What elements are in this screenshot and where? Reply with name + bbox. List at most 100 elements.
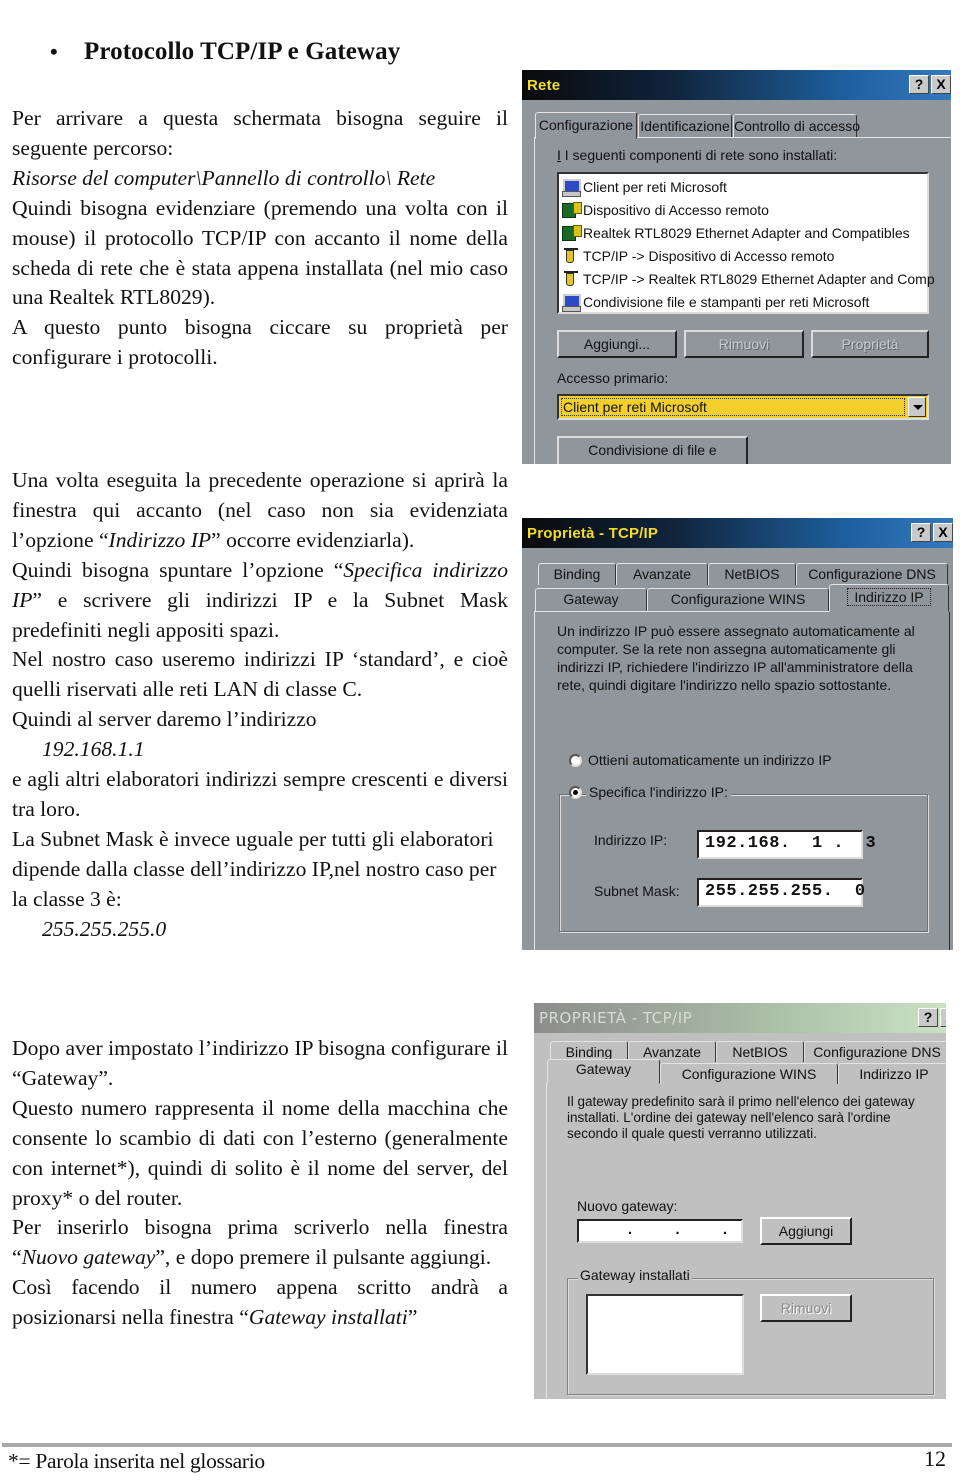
standard-ip-paragraph: Nel nostro caso useremo indirizzi IP ‘st… xyxy=(12,647,508,702)
emphasis-text: Nuovo gateway xyxy=(21,1245,156,1270)
subnet-mask-value: 255.255.255.0 xyxy=(42,916,167,941)
dialog-titlebar[interactable]: PROPRIETÀ - TCP/IP ? X xyxy=(534,1003,946,1033)
tab-configurazione-dns[interactable]: Configurazione DNS xyxy=(796,563,948,585)
dialog-title: Proprietà - TCP/IP xyxy=(527,524,659,542)
installed-gateway-paragraph: Così facendo il numero appena scritto an… xyxy=(12,1273,508,1333)
glossary-note: *= Parola inserita nel glossario xyxy=(8,1449,265,1473)
chevron-down-icon[interactable] xyxy=(908,397,926,417)
tab-avanzate[interactable]: Avanzate xyxy=(616,563,708,585)
file-sharing-button[interactable]: Condivisione di file e stampanti... xyxy=(557,436,748,464)
select-protocol-paragraph: Quindi bisogna evidenziare (premendo una… xyxy=(12,195,508,310)
open-window-paragraph: Una volta eseguita la precedente operazi… xyxy=(12,466,508,556)
components-label: I I seguenti componenti di rete sono ins… xyxy=(557,147,838,163)
auto-ip-label-text: Ottieni automaticamente un indirizzo IP xyxy=(588,752,832,768)
tab-identificazione[interactable]: Identificazione xyxy=(638,114,732,137)
component-label: TCP/IP -> Realtek RTL8029 Ethernet Adapt… xyxy=(583,270,935,287)
text-run: ”, e dopo premere il pulsante aggiungi. xyxy=(155,1245,492,1270)
heading-title: Protocollo TCP/IP e Gateway xyxy=(84,38,401,65)
configure-gateway-paragraph: Dopo aver impostato l’indirizzo IP bisog… xyxy=(12,1036,508,1090)
subnet-mask-label: Subnet Mask: xyxy=(594,883,680,899)
component-list-item[interactable]: TCP/IP -> Dispositivo di Accesso remoto xyxy=(561,244,927,267)
footer-divider xyxy=(2,1443,952,1447)
specify-ip-radio[interactable] xyxy=(569,786,582,799)
tab-indirizzo-ip[interactable]: Indirizzo IP xyxy=(829,584,949,612)
tab-indirizzo-ip[interactable]: Indirizzo IP xyxy=(838,1063,946,1084)
component-list-item[interactable]: Condivisione file e stampanti per reti M… xyxy=(561,290,927,313)
navigation-path-text: Risorse del computer\Pannello di control… xyxy=(12,165,436,190)
add-gateway-button[interactable]: Aggiungi xyxy=(760,1217,852,1245)
specify-ip-label[interactable]: Specifica l'indirizzo IP: xyxy=(586,784,731,800)
network-dialog: Rete ? X Configurazione Identificazione … xyxy=(522,70,951,464)
server-address-paragraph: Quindi al server daremo l’indirizzo xyxy=(12,707,317,732)
help-button[interactable]: ? xyxy=(911,523,931,542)
tab-configurazione[interactable]: Configurazione xyxy=(535,112,637,139)
primary-access-label: Accesso primario: xyxy=(557,370,669,386)
intro-section: Per arrivare a questa schermata bisogna … xyxy=(12,104,508,373)
component-list-item[interactable]: TCP/IP -> Realtek RTL8029 Ethernet Adapt… xyxy=(561,267,935,290)
gateway-section: Dopo aver impostato l’indirizzo IP bisog… xyxy=(12,1034,508,1333)
tab-indirizzo-ip-label: Indirizzo IP xyxy=(847,588,931,606)
components-list[interactable]: Client per reti Microsoft Dispositivo di … xyxy=(557,172,935,314)
intro-paragraph: Per arrivare a questa schermata bisogna … xyxy=(12,106,508,160)
component-label: Client per reti Microsoft xyxy=(583,178,727,195)
gateway-properties-dialog: PROPRIETÀ - TCP/IP ? X Binding Avanzate … xyxy=(534,1003,946,1399)
remove-gateway-button[interactable]: Rimuovi xyxy=(760,1294,852,1322)
ip-address-input[interactable]: 192.168. 1 . 3 xyxy=(697,830,876,859)
dialog-titlebar[interactable]: Rete ? X xyxy=(522,70,951,100)
specify-ip-group xyxy=(559,794,928,932)
auto-ip-label[interactable]: Ottieni automaticamente un indirizzo IP xyxy=(588,752,832,768)
primary-access-value: Client per reti Microsoft xyxy=(561,398,905,416)
component-list-item[interactable]: Client per reti Microsoft xyxy=(561,175,927,198)
close-button[interactable]: X xyxy=(933,523,953,542)
emphasis-text: Indirizzo IP xyxy=(108,527,212,552)
other-computers-paragraph: e agli altri elaboratori indirizzi sempr… xyxy=(12,767,508,821)
network-card-icon xyxy=(561,224,582,241)
protocol-plug-icon xyxy=(561,247,580,264)
gateway-description: Il gateway predefinito sarà il primo nel… xyxy=(567,1094,915,1141)
close-button[interactable]: X xyxy=(940,1008,946,1027)
dialog-title: Rete xyxy=(527,76,561,94)
protocol-plug-icon xyxy=(561,270,580,287)
installed-gateways-label: Gateway installati xyxy=(578,1267,692,1283)
component-list-item[interactable]: Realtek RTL8029 Ethernet Adapter and Com… xyxy=(561,221,927,244)
tab-netbios[interactable]: NetBIOS xyxy=(716,1041,804,1062)
tab-configurazione-wins[interactable]: Configurazione WINS xyxy=(660,1063,838,1084)
tab-netbios[interactable]: NetBIOS xyxy=(708,563,796,585)
installed-gateways-list[interactable] xyxy=(586,1294,744,1375)
tab-controllo-accesso[interactable]: Controllo di accesso xyxy=(733,114,860,137)
specify-ip-paragraph: Quindi bisogna spuntare l’opzione “Speci… xyxy=(12,556,508,646)
gateway-meaning-paragraph: Questo numero rappresenta il nome della … xyxy=(12,1095,508,1210)
dialog-titlebar[interactable]: Proprietà - TCP/IP ? X xyxy=(522,518,953,548)
properties-button[interactable]: Proprietà xyxy=(811,330,929,358)
insert-gateway-paragraph: Per inserirlo bisogna prima scriverlo ne… xyxy=(12,1213,508,1273)
text-run: Quindi bisogna spuntare l’opzione “ xyxy=(12,557,344,582)
add-button[interactable]: Aggiungi... xyxy=(557,330,677,358)
ip-description: Un indirizzo IP può essere assegnato aut… xyxy=(557,623,915,693)
dialog-title: PROPRIETÀ - TCP/IP xyxy=(539,1009,693,1027)
tab-gateway[interactable]: Gateway xyxy=(535,588,647,611)
primary-access-select[interactable]: Client per reti Microsoft xyxy=(557,394,929,420)
ip-section: Una volta eseguita la precedente operazi… xyxy=(12,466,508,945)
new-gateway-label: Nuovo gateway: xyxy=(577,1198,678,1214)
properties-paragraph: A questo punto bisogna ciccare su propri… xyxy=(12,315,508,370)
specify-ip-label-text: Specifica l'indirizzo IP: xyxy=(589,784,728,800)
tab-gateway[interactable]: Gateway xyxy=(547,1059,660,1084)
computer-icon xyxy=(561,178,581,197)
navigation-path: Risorse del computer\Pannello di control… xyxy=(12,164,508,194)
tcpip-properties-dialog: Proprietà - TCP/IP ? X Binding Avanzate … xyxy=(522,518,953,950)
help-button[interactable]: ? xyxy=(918,1008,938,1027)
component-label: Condivisione file e stampanti per reti M… xyxy=(583,293,870,310)
component-list-item[interactable]: Dispositivo di Accesso remoto xyxy=(561,198,927,221)
close-button[interactable]: X xyxy=(931,75,951,94)
components-label-text: I seguenti componenti di rete sono insta… xyxy=(564,147,838,163)
tab-configurazione-dns[interactable]: Configurazione DNS xyxy=(804,1041,946,1062)
tab-configurazione-wins[interactable]: Configurazione WINS xyxy=(647,588,829,611)
auto-ip-radio[interactable] xyxy=(569,754,582,767)
remove-button[interactable]: Rimuovi xyxy=(684,330,804,358)
subnet-mask-input[interactable]: 255.255.255. 0 xyxy=(697,878,865,907)
help-button[interactable]: ? xyxy=(909,75,929,94)
tab-binding[interactable]: Binding xyxy=(538,563,616,585)
text-run: ” xyxy=(407,1305,418,1330)
page-number: 12 xyxy=(924,1446,946,1471)
new-gateway-input[interactable]: . . . xyxy=(577,1219,743,1243)
